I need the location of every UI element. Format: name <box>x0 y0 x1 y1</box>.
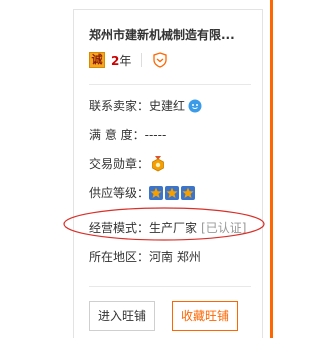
shield-icon[interactable] <box>152 52 168 68</box>
chengxintong-badge-icon[interactable]: 诚 <box>89 52 105 68</box>
cert-divider <box>141 53 143 67</box>
supply-stars[interactable] <box>149 186 197 200</box>
region-value: 河南 郑州 <box>149 250 201 264</box>
years-unit: 年 <box>119 53 132 68</box>
buttons-divider <box>89 286 251 287</box>
favorite-shop-button[interactable]: 收藏旺铺 <box>172 301 238 331</box>
highlight-ellipse-annotation <box>63 207 265 241</box>
star-icon <box>181 186 196 200</box>
contact-name[interactable]: 史建红 <box>149 97 185 115</box>
satisfaction-row: 满 意 度： ----- <box>89 126 166 144</box>
page-edge-accent <box>270 0 273 338</box>
trade-medal-row: 交易勋章： <box>89 155 165 173</box>
medal-label: 交易勋章： <box>89 157 150 171</box>
contact-label: 联系卖家： <box>89 99 150 113</box>
medal-icon[interactable] <box>151 156 165 172</box>
chat-icon[interactable] <box>188 99 202 113</box>
enter-shop-button[interactable]: 进入旺铺 <box>89 301 155 331</box>
satisfaction-value: ----- <box>144 128 167 142</box>
membership-years: 2年 <box>111 52 131 69</box>
supply-level-row: 供应等级： <box>89 184 197 202</box>
region-row: 所在地区： 河南 郑州 <box>89 248 201 266</box>
supply-label: 供应等级： <box>89 186 150 200</box>
region-label: 所在地区： <box>89 250 150 264</box>
star-icon <box>165 186 180 200</box>
shop-info-card: 郑州市建新机械制造有限... 诚 2年 联系卖家： 史建红 满 意 度： ---… <box>73 9 263 338</box>
satisfaction-label: 满 意 度： <box>89 128 145 142</box>
contact-seller-row: 联系卖家： 史建红 <box>89 97 202 115</box>
certification-row: 诚 2年 <box>89 50 168 70</box>
section-divider <box>89 84 251 85</box>
star-icon <box>149 186 164 200</box>
shop-name-link[interactable]: 郑州市建新机械制造有限... <box>89 26 235 43</box>
